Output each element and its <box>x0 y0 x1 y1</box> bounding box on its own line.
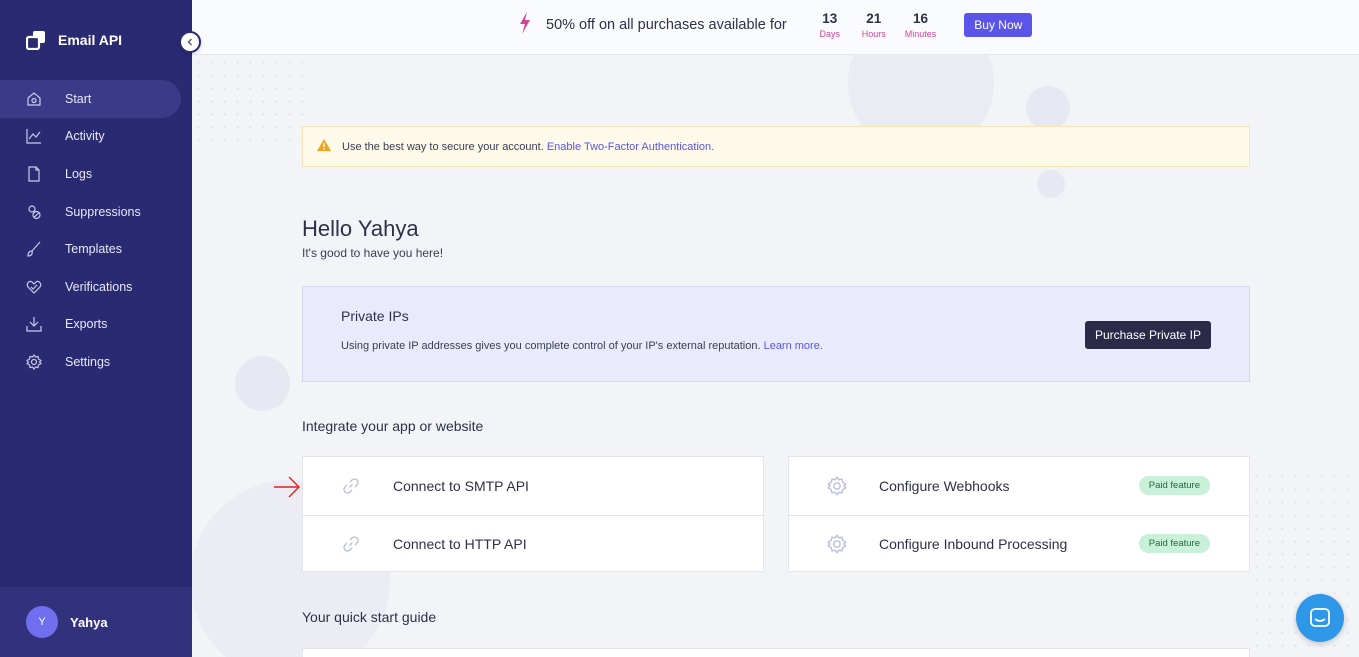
sidebar-item-label: Templates <box>65 242 122 257</box>
brand[interactable]: Email API <box>26 30 122 50</box>
brand-name: Email API <box>58 32 123 48</box>
integration-card-right: Configure Webhooks Paid feature Configur… <box>788 456 1250 572</box>
private-ips-text: Using private IP addresses gives you com… <box>341 340 761 352</box>
sidebar-item-templates[interactable]: Templates <box>0 230 181 268</box>
quick-start-card <box>302 648 1250 657</box>
private-ips-panel: Private IPs Using private IP addresses g… <box>302 286 1250 382</box>
sidebar-item-verifications[interactable]: Verifications <box>0 268 181 306</box>
heart-check-icon <box>26 279 42 295</box>
sidebar-item-start[interactable]: Start <box>0 80 181 118</box>
countdown-minutes: 16 Minutes <box>905 11 937 39</box>
private-ips-title: Private IPs <box>341 308 409 324</box>
decorative-circle <box>1037 170 1065 198</box>
page-title: Hello Yahya <box>302 216 419 241</box>
learn-more-link[interactable]: Learn more. <box>764 340 823 352</box>
countdown-label: Days <box>819 29 840 39</box>
sidebar-item-suppressions[interactable]: Suppressions <box>0 193 181 231</box>
sidebar-item-label: Verifications <box>65 279 133 294</box>
lightning-icon <box>518 11 532 39</box>
suppression-icon <box>26 204 42 220</box>
user-name: Yahya <box>70 614 108 630</box>
purchase-private-ip-button[interactable]: Purchase Private IP <box>1084 321 1211 349</box>
configure-inbound-row[interactable]: Configure Inbound Processing Paid featur… <box>789 514 1249 573</box>
sidebar-item-logs[interactable]: Logs <box>0 155 181 193</box>
enable-2fa-link[interactable]: Enable Two-Factor Authentication. <box>547 141 714 153</box>
configure-webhooks-row[interactable]: Configure Webhooks Paid feature <box>789 457 1249 515</box>
countdown-days: 13 Days <box>817 11 843 39</box>
sidebar-item-label: Activity <box>65 129 105 144</box>
link-icon <box>341 534 361 554</box>
connect-http-api-row[interactable]: Connect to HTTP API <box>303 514 763 573</box>
chart-line-icon <box>26 128 42 144</box>
logo-icon <box>26 30 46 50</box>
page-subtitle: It's good to have you here! <box>302 246 444 260</box>
chevron-left-icon <box>187 38 192 46</box>
download-icon <box>26 316 42 332</box>
alert-message: Use the best way to secure your account.… <box>342 141 714 153</box>
avatar: Y <box>26 606 58 638</box>
countdown-value: 21 <box>866 11 882 26</box>
chat-launcher-button[interactable] <box>1296 594 1344 642</box>
chat-icon <box>1310 608 1330 627</box>
decorative-dots <box>192 56 312 146</box>
gear-icon <box>827 475 847 496</box>
sidebar-item-label: Settings <box>65 354 111 369</box>
sidebar-item-exports[interactable]: Exports <box>0 306 181 344</box>
sidebar-item-settings[interactable]: Settings <box>0 343 181 381</box>
brush-icon <box>26 241 42 257</box>
gear-icon <box>827 533 847 554</box>
sidebar-nav: Start Activity Logs Suppressions Templat… <box>0 80 192 381</box>
alert-text: Use the best way to secure your account. <box>342 140 544 153</box>
decorative-circle <box>235 356 290 411</box>
countdown-hours: 21 Hours <box>861 11 887 39</box>
connect-smtp-api-row[interactable]: Connect to SMTP API <box>303 457 763 515</box>
buy-now-button[interactable]: Buy Now <box>964 13 1033 37</box>
collapse-sidebar-button[interactable] <box>179 31 201 53</box>
home-icon <box>26 91 42 107</box>
sidebar-item-label: Logs <box>65 166 93 181</box>
countdown-label: Hours <box>861 29 886 39</box>
annotation-arrow-icon <box>272 474 302 505</box>
countdown-label: Minutes <box>904 29 937 39</box>
gear-icon <box>26 353 42 370</box>
security-alert: Use the best way to secure your account.… <box>302 126 1250 167</box>
promo-text: 50% off on all purchases available for <box>546 17 787 33</box>
integrate-section-title: Integrate your app or website <box>302 418 484 434</box>
integration-card-left: Connect to SMTP API Connect to HTTP API <box>302 456 764 572</box>
warning-icon <box>317 139 331 154</box>
connect-smtp-api-label: Connect to SMTP API <box>393 477 529 494</box>
promo-banner: 50% off on all purchases available for 1… <box>192 0 1359 55</box>
link-icon <box>341 476 361 496</box>
promo-content: 50% off on all purchases available for 1… <box>518 0 1033 50</box>
connect-http-api-label: Connect to HTTP API <box>393 535 527 552</box>
quick-start-title: Your quick start guide <box>302 609 437 625</box>
sidebar-item-label: Start <box>65 91 92 106</box>
countdown-value: 16 <box>912 11 929 26</box>
sidebar-item-activity[interactable]: Activity <box>0 118 181 156</box>
paid-feature-badge: Paid feature <box>1138 476 1210 496</box>
configure-inbound-label: Configure Inbound Processing <box>879 535 1068 552</box>
decorative-circle <box>1026 86 1070 130</box>
countdown-value: 13 <box>822 11 838 26</box>
configure-webhooks-label: Configure Webhooks <box>879 477 1010 494</box>
file-icon <box>26 166 42 182</box>
private-ips-description: Using private IP addresses gives you com… <box>341 340 823 352</box>
sidebar-item-label: Exports <box>65 317 108 332</box>
sidebar: Email API Start Activity Logs Suppressio… <box>0 0 192 657</box>
user-menu[interactable]: Y Yahya <box>0 587 192 657</box>
paid-feature-badge: Paid feature <box>1138 534 1210 554</box>
sidebar-item-label: Suppressions <box>65 204 141 219</box>
